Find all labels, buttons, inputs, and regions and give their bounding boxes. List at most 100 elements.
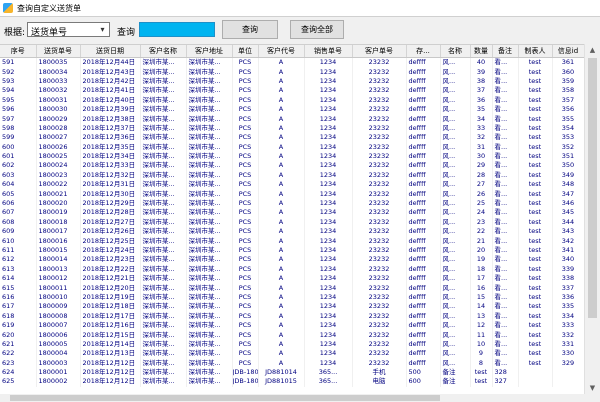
table-row[interactable]: 605 1800021 2018年12月30日 深圳市某... 深圳市某... PCS A 1… — [0, 189, 584, 199]
table-row[interactable]: 617 1800009 2018年12月18日 深圳市某... 深圳市某... PCS A 1… — [0, 302, 584, 312]
table-row[interactable]: 608 1800018 2018年12月27日 深圳市某... 深圳市某... PCS A 1… — [0, 217, 584, 228]
arrow-down-icon[interactable]: ▼ — [585, 382, 600, 394]
table-cell: 深圳市某... — [140, 67, 187, 77]
table-row[interactable]: 592 1800034 2018年12月43日 深圳市某... 深圳市某... PCS A 1… — [0, 67, 584, 77]
table-cell: 2018年12月38日 — [80, 114, 141, 124]
table-cell: test — [518, 264, 553, 274]
table-row[interactable]: 604 1800022 2018年12月31日 深圳市某... 深圳市某... PCS A 1… — [0, 180, 584, 190]
table-cell: 看... — [492, 161, 519, 171]
table-cell: 深圳市某... — [140, 208, 187, 218]
table-cell: A — [258, 302, 305, 312]
table-cell: 1800034 — [36, 67, 81, 77]
arrow-up-icon[interactable]: ▲ — [585, 44, 600, 56]
table-row[interactable]: 591 1800035 2018年12月44日 深圳市某... 深圳市某... PCS A 1… — [0, 57, 584, 68]
table-cell: 看... — [492, 227, 519, 237]
column-header[interactable]: 客户名称 — [140, 45, 187, 58]
query-all-button[interactable]: 查询全部 — [290, 20, 344, 39]
table-row[interactable]: 621 1800005 2018年12月14日 深圳市某... 深圳市某... PCS A 1… — [0, 339, 584, 350]
table-row[interactable]: 615 1800011 2018年12月20日 深圳市某... 深圳市某... PCS A 1… — [0, 283, 584, 293]
table-row[interactable]: 595 1800031 2018年12月40日 深圳市某... 深圳市某... PCS A 1… — [0, 95, 584, 105]
results-grid[interactable]: 序号 送货单号 送货日期 客户名称 客户地址 单位 客户代号 销售单号 客户单号 存... 名称 数量… — [0, 44, 584, 395]
column-header[interactable]: 信息id — [552, 45, 584, 58]
table-cell: PCS — [232, 283, 259, 293]
table-cell: 37 — [470, 86, 493, 96]
table-row[interactable]: 600 1800026 2018年12月35日 深圳市某... 深圳市某... PCS A 1… — [0, 142, 584, 152]
table-cell: 深圳市某... — [186, 142, 233, 152]
table-cell: 601 — [0, 151, 37, 162]
table-row[interactable]: 612 1800014 2018年12月23日 深圳市某... 深圳市某... PCS A 1… — [0, 255, 584, 265]
table-row[interactable]: 611 1800015 2018年12月24日 深圳市某... 深圳市某... PCS A 1… — [0, 245, 584, 256]
table-cell: 深圳市某... — [140, 367, 187, 378]
table-row[interactable]: 597 1800029 2018年12月38日 深圳市某... 深圳市某... PCS A 1… — [0, 114, 584, 124]
table-row[interactable]: 602 1800024 2018年12月33日 深圳市某... 深圳市某... PCS A 1… — [0, 161, 584, 171]
table-row[interactable]: 624 1800001 2018年12月12日 深圳市某... 深圳市某... JDB-1… — [0, 367, 584, 378]
column-header[interactable]: 送货日期 — [80, 45, 141, 58]
table-row[interactable]: 619 1800007 2018年12月16日 深圳市某... 深圳市某... PCS A 1… — [0, 320, 584, 331]
table-row[interactable]: 623 1800003 2018年12月12日 深圳市某... 深圳市某... PCS A 1… — [0, 358, 584, 368]
query-input[interactable] — [139, 22, 215, 37]
table-cell: 深圳市某... — [186, 283, 233, 293]
table-row[interactable]: 618 1800008 2018年12月17日 深圳市某... 深圳市某... PCS A 1… — [0, 311, 584, 321]
table-cell: 1234 — [304, 189, 353, 199]
table-cell: 1800026 — [36, 142, 81, 152]
table-cell: 357 — [552, 95, 584, 105]
table-cell: JDB-180001 — [232, 367, 259, 378]
table-row[interactable]: 598 1800028 2018年12月37日 深圳市某... 深圳市某... PCS A 1… — [0, 123, 584, 134]
table-row[interactable]: 603 1800023 2018年12月32日 深圳市某... 深圳市某... PCS A 1… — [0, 170, 584, 181]
column-header[interactable]: 制表人 — [518, 45, 553, 58]
table-row[interactable]: 613 1800013 2018年12月22日 深圳市某... 深圳市某... PCS A 1… — [0, 264, 584, 274]
table-cell: 604 — [0, 180, 37, 190]
table-row[interactable]: 601 1800025 2018年12月34日 深圳市某... 深圳市某... PCS A 1… — [0, 151, 584, 162]
horizontal-scroll-thumb[interactable] — [10, 395, 440, 401]
table-cell: test — [518, 189, 553, 199]
table-row[interactable]: 596 1800030 2018年12月39日 深圳市某... 深圳市某... PCS A 1… — [0, 104, 584, 115]
table-row[interactable]: 606 1800020 2018年12月29日 深圳市某... 深圳市某... PCS A 1… — [0, 198, 584, 209]
vertical-scrollbar[interactable]: ▲ ▼ — [584, 44, 600, 394]
table-cell: 34 — [470, 114, 493, 124]
field-select[interactable]: 送货单号 ▾ — [27, 22, 110, 38]
table-row[interactable]: 593 1800033 2018年12月42日 深圳市某... 深圳市某... PCS A 1… — [0, 76, 584, 87]
table-cell: 深圳市某... — [186, 367, 233, 378]
table-cell: deffff — [406, 349, 441, 359]
column-header[interactable]: 客户单号 — [352, 45, 407, 58]
table-row[interactable]: 622 1800004 2018年12月13日 深圳市某... 深圳市某... PCS A 1… — [0, 349, 584, 359]
column-header[interactable]: 存... — [406, 45, 441, 58]
table-cell: PCS — [232, 133, 259, 143]
table-cell: deffff — [406, 255, 441, 265]
table-row[interactable]: 599 1800027 2018年12月36日 深圳市某... 深圳市某... PCS A 1… — [0, 133, 584, 143]
table-cell: 看... — [492, 320, 519, 331]
table-cell: 深圳市某... — [140, 180, 187, 190]
column-header[interactable]: 序号 — [0, 45, 37, 58]
column-header[interactable]: 名称 — [440, 45, 471, 58]
table-cell: 深圳市某... — [186, 358, 233, 368]
table-row[interactable]: 614 1800012 2018年12月21日 深圳市某... 深圳市某... PCS A 1… — [0, 273, 584, 284]
table-cell: deffff — [406, 227, 441, 237]
table-cell: 风... — [440, 142, 471, 152]
table-row[interactable]: 625 1800002 2018年12月12日 深圳市某... 深圳市某... JDB-1… — [0, 377, 584, 387]
table-cell: 风... — [440, 245, 471, 256]
table-cell: A — [258, 330, 305, 340]
column-header[interactable]: 数量 — [470, 45, 493, 58]
table-cell: 1800016 — [36, 236, 81, 246]
column-header[interactable]: 送货单号 — [36, 45, 81, 58]
horizontal-scrollbar[interactable] — [0, 394, 584, 402]
column-header[interactable]: 客户地址 — [186, 45, 233, 58]
table-row[interactable]: 610 1800016 2018年12月25日 深圳市某... 深圳市某... PCS A 1… — [0, 236, 584, 246]
table-row[interactable]: 616 1800010 2018年12月19日 深圳市某... 深圳市某... PCS A 1… — [0, 292, 584, 303]
table-row[interactable]: 609 1800017 2018年12月26日 深圳市某... 深圳市某... PCS A 1… — [0, 227, 584, 237]
column-header[interactable]: 销售单号 — [304, 45, 353, 58]
vertical-scroll-thumb[interactable] — [588, 58, 597, 318]
column-header[interactable]: 单位 — [232, 45, 259, 58]
table-cell: 23232 — [352, 133, 407, 143]
table-cell — [518, 377, 553, 387]
table-cell: 11 — [470, 330, 493, 340]
column-header[interactable]: 备注 — [492, 45, 519, 58]
table-row[interactable]: 620 1800006 2018年12月15日 深圳市某... 深圳市某... PCS A 1… — [0, 330, 584, 340]
table-row[interactable]: 607 1800019 2018年12月28日 深圳市某... 深圳市某... PCS A 1… — [0, 208, 584, 218]
column-header[interactable]: 客户代号 — [258, 45, 305, 58]
table-cell: test — [518, 255, 553, 265]
query-button[interactable]: 查询 — [222, 20, 278, 39]
table-row[interactable]: 594 1800032 2018年12月41日 深圳市某... 深圳市某... PCS A 1… — [0, 86, 584, 96]
table-cell: 看... — [492, 255, 519, 265]
chevron-down-icon[interactable]: ▾ — [97, 24, 108, 35]
